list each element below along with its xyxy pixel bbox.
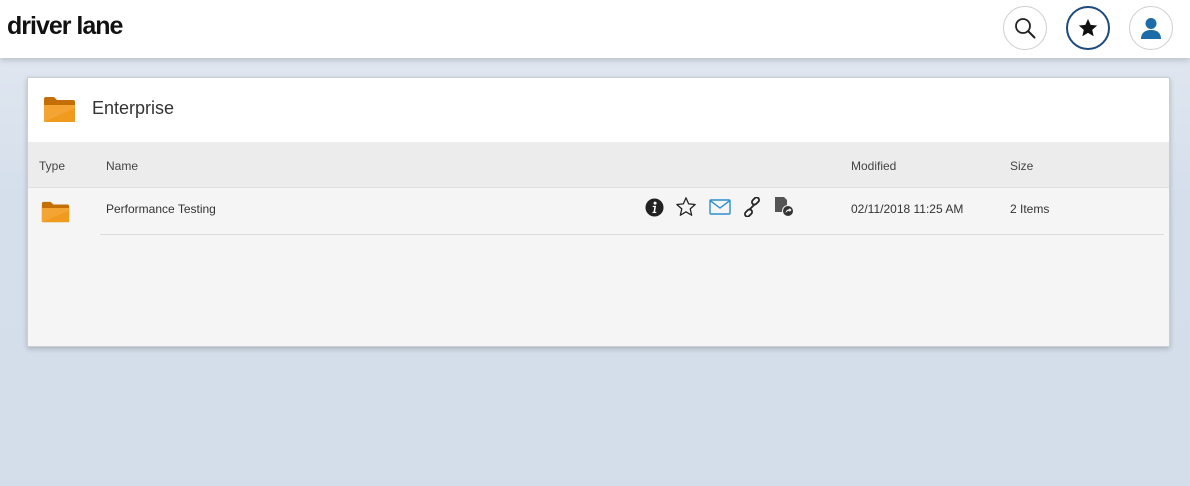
panel-title: Enterprise xyxy=(92,98,175,118)
email-button[interactable] xyxy=(709,196,731,218)
link-button[interactable] xyxy=(741,196,763,218)
column-size[interactable]: Size xyxy=(1010,159,1033,173)
folder-icon xyxy=(41,201,70,228)
app-logo[interactable]: driver lane xyxy=(7,12,123,41)
favorites-button[interactable] xyxy=(1066,6,1110,50)
row-size: 2 Items xyxy=(1010,202,1050,216)
profile-button[interactable] xyxy=(1129,6,1173,50)
star-outline-icon xyxy=(676,197,696,216)
column-name[interactable]: Name xyxy=(106,159,138,173)
column-modified[interactable]: Modified xyxy=(851,159,896,173)
folder-panel: Enterprise Type Name Modified Size Perfo… xyxy=(27,77,1170,347)
favorite-button[interactable] xyxy=(675,196,697,218)
panel-header: Enterprise xyxy=(28,78,1169,142)
row-divider xyxy=(100,234,1164,235)
search-icon xyxy=(1015,18,1036,39)
info-icon xyxy=(644,197,664,217)
email-icon xyxy=(709,199,731,215)
user-icon xyxy=(1141,18,1161,39)
folder-icon xyxy=(43,96,76,128)
row-modified: 02/11/2018 11:25 AM xyxy=(851,202,964,216)
table-row[interactable]: Performance Testing 02/11/2018 11:25 AM … xyxy=(28,189,1169,235)
document-share-icon xyxy=(775,197,794,217)
star-icon xyxy=(1078,18,1098,37)
column-type[interactable]: Type xyxy=(39,159,65,173)
search-button[interactable] xyxy=(1003,6,1047,50)
share-document-button[interactable] xyxy=(773,196,795,218)
info-button[interactable] xyxy=(643,196,665,218)
row-name[interactable]: Performance Testing xyxy=(106,202,216,216)
table-header: Type Name Modified Size xyxy=(28,142,1169,188)
top-bar: driver lane xyxy=(0,0,1190,58)
link-icon xyxy=(744,197,760,217)
